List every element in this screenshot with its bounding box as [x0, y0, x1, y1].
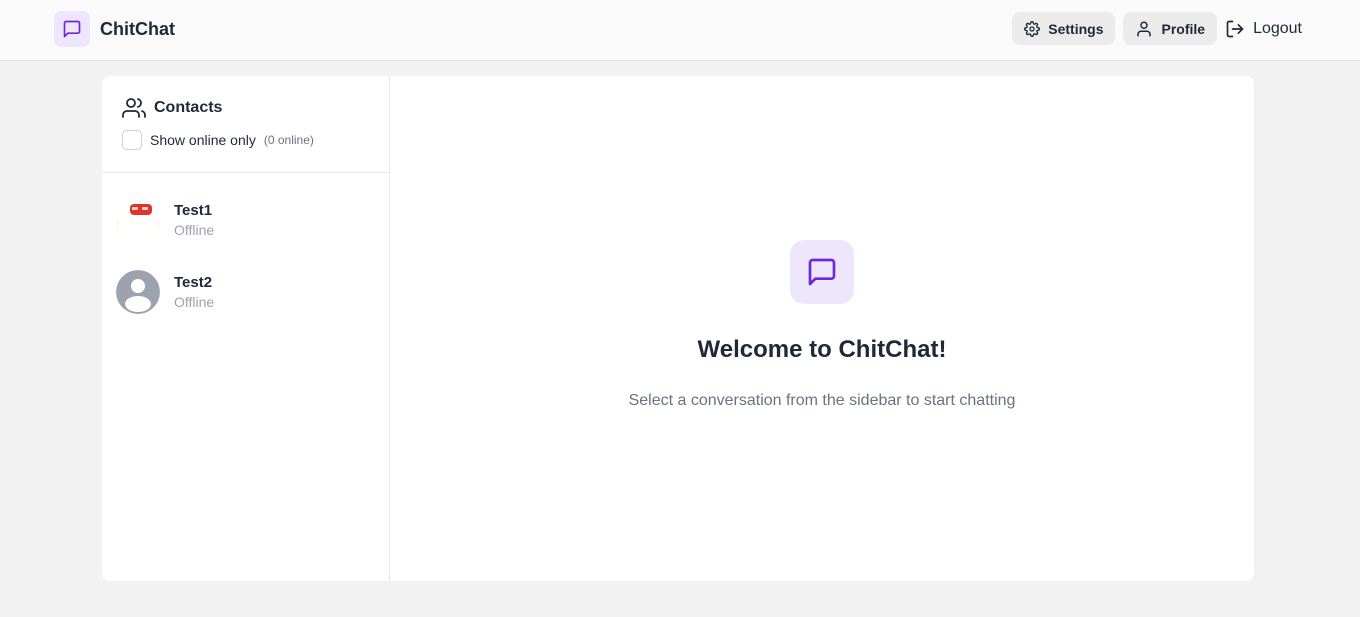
online-filter: Show online only (0 online) — [122, 130, 389, 150]
contact-status: Offline — [174, 222, 215, 238]
chat-container: Contacts Show online only (0 online) Tes… — [102, 76, 1254, 581]
logout-icon — [1226, 20, 1244, 37]
nav-actions: Settings Profile Logout — [1004, 12, 1302, 45]
sidebar-header: Contacts Show online only (0 online) — [102, 76, 389, 173]
contact-item-test1[interactable]: Test1 Offline — [102, 190, 389, 250]
settings-button[interactable]: Settings — [1012, 12, 1116, 45]
avatar — [116, 198, 160, 242]
settings-label: Settings — [1048, 20, 1104, 37]
gear-icon — [1024, 20, 1041, 37]
brand-name: ChitChat — [100, 18, 175, 39]
welcome-subtitle: Select a conversation from the sidebar t… — [628, 392, 1016, 409]
contact-item-test2[interactable]: Test2 Offline — [102, 262, 389, 322]
contacts-sidebar: Contacts Show online only (0 online) Tes… — [102, 76, 390, 581]
show-online-checkbox[interactable] — [122, 130, 142, 150]
profile-label: Profile — [1161, 20, 1206, 37]
contacts-heading: Contacts — [122, 96, 389, 120]
logout-button[interactable]: Logout — [1225, 19, 1302, 39]
online-count: (0 online) — [263, 133, 314, 147]
contact-name: Test2 — [174, 274, 213, 291]
user-icon — [1137, 21, 1152, 36]
users-icon — [122, 98, 146, 118]
top-navbar: ChitChat Settings Profile Logout — [0, 0, 1360, 61]
show-online-label[interactable]: Show online only — [150, 132, 256, 148]
welcome-panel: Welcome to ChitChat! Select a conversati… — [390, 76, 1254, 581]
contact-name: Test1 — [174, 202, 213, 219]
contact-status: Offline — [174, 294, 215, 310]
message-square-icon — [54, 11, 90, 47]
profile-button[interactable]: Profile — [1123, 12, 1218, 45]
brand-link[interactable]: ChitChat — [54, 11, 175, 47]
welcome-title: Welcome to ChitChat! — [697, 336, 947, 363]
logout-label: Logout — [1253, 19, 1302, 37]
default-user-avatar-icon — [116, 270, 160, 314]
contacts-title: Contacts — [154, 99, 223, 116]
message-square-icon — [790, 240, 854, 304]
